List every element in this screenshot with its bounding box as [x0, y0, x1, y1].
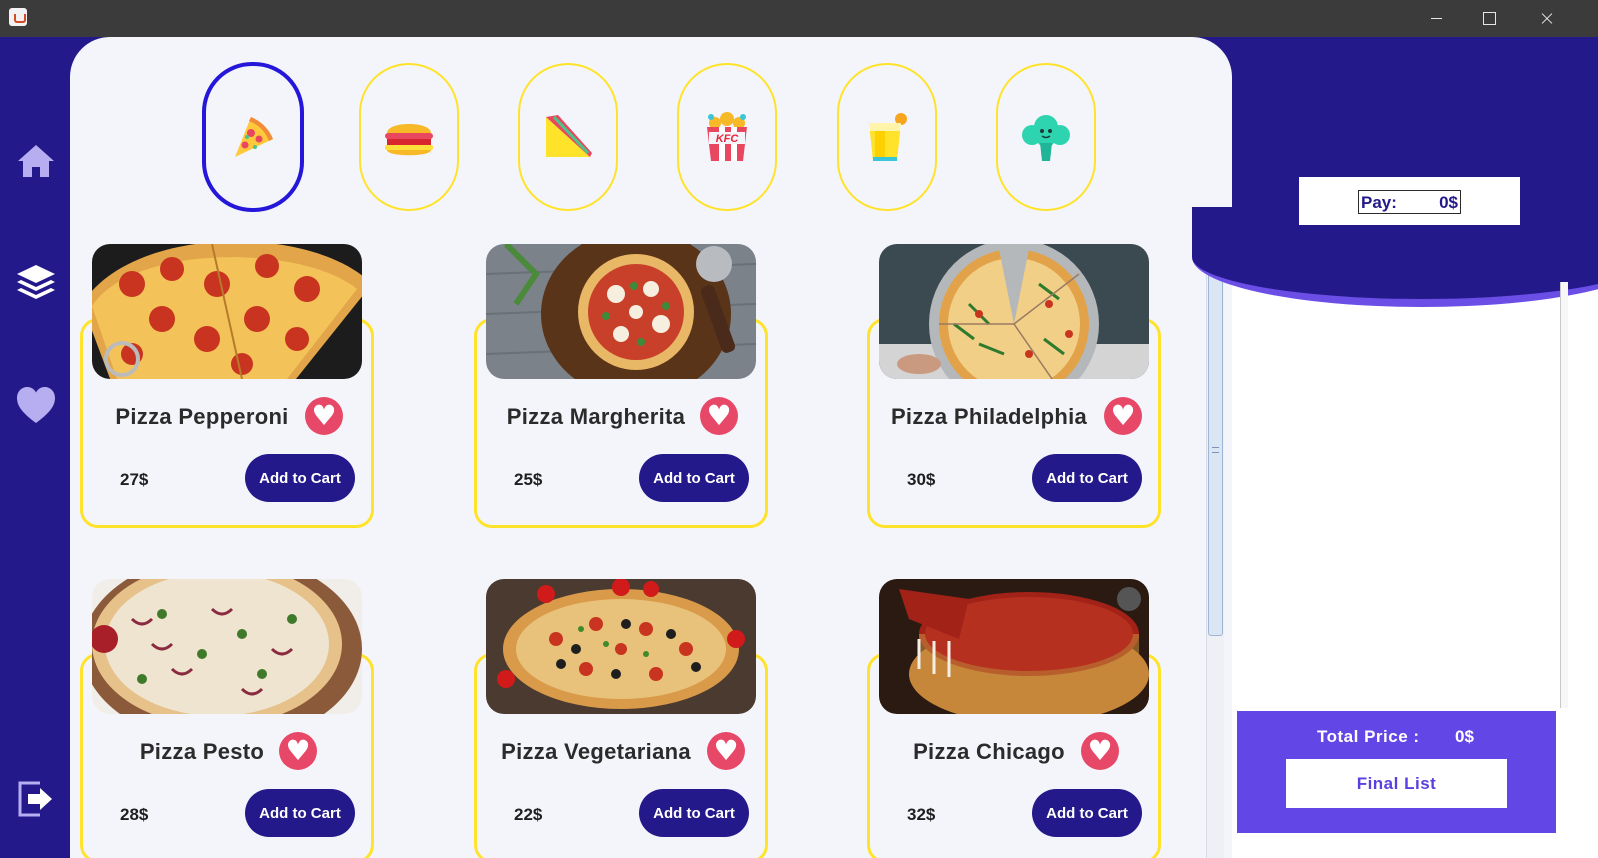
pizza-pesto-image [92, 579, 362, 714]
add-to-cart-button[interactable]: Add to Cart [639, 454, 749, 502]
minimize-icon[interactable] [1414, 0, 1460, 37]
pay-field: Pay: 0$ [1358, 190, 1461, 214]
favorite-heart-icon[interactable] [305, 397, 343, 435]
product-price: 25$ [514, 470, 543, 489]
final-list-button[interactable]: Final List [1286, 759, 1507, 808]
category-pizza[interactable] [202, 62, 304, 212]
title-bar [0, 0, 1598, 37]
category-vegetables[interactable] [996, 63, 1096, 211]
pizza-vegetariana-image [486, 579, 756, 714]
home-icon[interactable] [14, 139, 58, 183]
product-price: 22$ [514, 805, 543, 824]
product-price: 32$ [907, 805, 936, 824]
category-sandwich[interactable] [518, 63, 618, 211]
pizza-margherita-image [486, 244, 756, 379]
favorite-heart-icon[interactable] [707, 732, 745, 770]
pay-label: Pay: [1361, 193, 1397, 212]
product-price: 27$ [120, 470, 149, 489]
product-name: Pizza Margherita [506, 404, 686, 429]
product-list-scrollbar[interactable] [1206, 245, 1224, 858]
heart-icon[interactable] [14, 383, 58, 427]
main-panel: KFC Pizza Pepperoni Pizza Margherita Piz… [70, 37, 1232, 858]
favorite-heart-icon[interactable] [279, 732, 317, 770]
favorite-heart-icon[interactable] [1104, 397, 1142, 435]
svg-text:KFC: KFC [716, 133, 740, 145]
add-to-cart-button[interactable]: Add to Cart [1032, 789, 1142, 837]
sidebar [0, 37, 70, 858]
close-icon[interactable] [1524, 0, 1570, 37]
drink-icon [869, 113, 907, 161]
pay-value: 0$ [1439, 193, 1458, 212]
product-name: Pizza Vegetariana [501, 739, 691, 764]
logout-icon[interactable] [14, 777, 58, 821]
add-to-cart-button[interactable]: Add to Cart [245, 454, 355, 502]
java-app-icon [9, 8, 27, 26]
pizza-icon [235, 117, 273, 157]
product-name: Pizza Chicago [913, 739, 1065, 764]
product-name: Pizza Philadelphia [890, 404, 1088, 429]
favorite-heart-icon[interactable] [700, 397, 738, 435]
sandwich-icon [546, 115, 592, 157]
burger-icon [385, 124, 433, 156]
category-drinks[interactable] [837, 63, 937, 211]
kfc-bucket-icon: KFC [707, 112, 747, 161]
cart-list-scrollbar[interactable] [1560, 282, 1568, 708]
product-price: 28$ [120, 805, 149, 824]
total-price-value: 0$ [1455, 727, 1474, 746]
favorite-heart-icon[interactable] [1081, 732, 1119, 770]
add-to-cart-button[interactable]: Add to Cart [1032, 454, 1142, 502]
total-price-label: Total Price : [1317, 727, 1420, 746]
pay-box: Pay: 0$ [1299, 177, 1520, 225]
layers-icon[interactable] [14, 261, 58, 305]
product-name: Pizza Pepperoni [115, 404, 289, 429]
pizza-pepperoni-image [92, 244, 362, 379]
pizza-philadelphia-image [879, 244, 1149, 379]
add-to-cart-button[interactable]: Add to Cart [245, 789, 355, 837]
add-to-cart-button[interactable]: Add to Cart [639, 789, 749, 837]
pizza-chicago-image [879, 579, 1149, 714]
broccoli-icon [1022, 115, 1070, 161]
category-kfc[interactable]: KFC [677, 63, 777, 211]
product-price: 30$ [907, 470, 936, 489]
category-burger[interactable] [359, 63, 459, 211]
scrollbar-thumb[interactable] [1208, 263, 1223, 636]
maximize-icon[interactable] [1466, 0, 1512, 37]
total-panel: Total Price : 0$ Final List [1237, 711, 1556, 833]
